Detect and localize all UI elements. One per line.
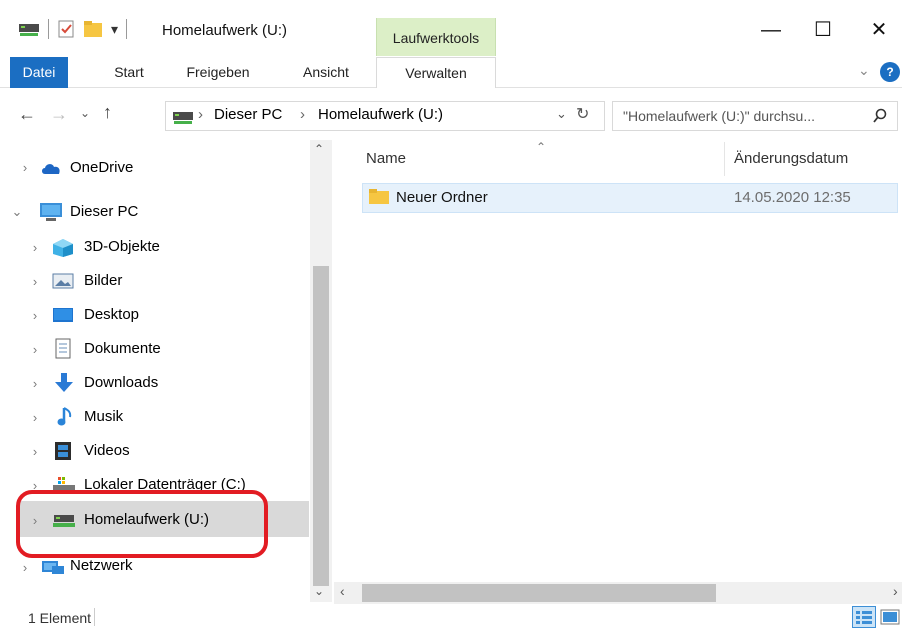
scroll-left-icon[interactable]: ‹: [340, 583, 345, 599]
collapse-chevron-icon[interactable]: ⌄: [10, 204, 24, 220]
item-count: 1 Element: [28, 610, 92, 626]
refresh-icon[interactable]: ↻: [576, 104, 589, 124]
customize-toolbar-icon[interactable]: ▾: [111, 21, 118, 38]
nav-item-dieser-pc[interactable]: Dieser PC: [70, 203, 138, 220]
scroll-right-icon[interactable]: ›: [893, 583, 898, 599]
tab-freigeben[interactable]: Freigeben: [172, 57, 264, 88]
toolbar-separator: [48, 19, 49, 39]
image-icon: [52, 273, 74, 289]
nav-item-netzwerk[interactable]: Netzwerk: [70, 557, 133, 574]
download-icon: [55, 373, 73, 392]
expand-chevron-icon[interactable]: ›: [28, 274, 42, 289]
scroll-up-icon[interactable]: ⌃: [314, 142, 324, 156]
window-title: Homelaufwerk (U:): [162, 22, 288, 39]
cloud-icon: [42, 164, 60, 174]
video-icon: [55, 442, 71, 460]
tab-verwalten[interactable]: Verwalten: [376, 57, 496, 88]
close-button[interactable]: ✕: [856, 10, 902, 50]
sort-indicator-icon: ⌃: [536, 140, 547, 154]
nav-item-dokumente[interactable]: Dokumente: [84, 340, 161, 357]
nav-item-onedrive[interactable]: OneDrive: [70, 159, 133, 176]
nav-item-desktop[interactable]: Desktop: [84, 306, 139, 323]
details-view-icon[interactable]: [852, 606, 876, 628]
help-icon[interactable]: ?: [880, 62, 900, 82]
address-dropdown-icon[interactable]: ⌄: [556, 106, 567, 122]
ribbon-collapse-icon[interactable]: ⌄: [858, 62, 870, 79]
recent-locations-icon[interactable]: ⌄: [80, 106, 90, 120]
breadcrumb-separator: ›: [300, 106, 305, 123]
nav-item-videos[interactable]: Videos: [84, 442, 130, 459]
nav-item-musik[interactable]: Musik: [84, 408, 123, 425]
status-divider: [94, 608, 95, 626]
tab-ansicht[interactable]: Ansicht: [288, 57, 364, 88]
tab-start[interactable]: Start: [100, 57, 158, 88]
breadcrumb-homelaufwerk[interactable]: Homelaufwerk (U:): [318, 106, 443, 123]
forward-arrow-icon[interactable]: →: [50, 104, 68, 125]
column-divider[interactable]: [724, 142, 725, 176]
breadcrumb-dieser-pc[interactable]: Dieser PC: [214, 106, 282, 123]
large-icons-view-icon[interactable]: [880, 608, 900, 626]
nav-item-downloads[interactable]: Downloads: [84, 374, 158, 391]
new-folder-icon[interactable]: [83, 20, 103, 38]
expand-chevron-icon[interactable]: ›: [28, 342, 42, 357]
properties-icon[interactable]: [57, 20, 75, 38]
expand-chevron-icon[interactable]: ›: [18, 560, 32, 575]
desktop-icon: [53, 308, 73, 322]
maximize-button[interactable]: ☐: [800, 10, 846, 50]
highlight-annotation: [16, 490, 268, 558]
minimize-button[interactable]: —: [748, 10, 794, 50]
column-header-name[interactable]: Name: [366, 150, 406, 167]
document-icon: [55, 338, 71, 359]
toolbar-separator: [126, 19, 128, 39]
back-arrow-icon[interactable]: ←: [18, 104, 36, 125]
drive-icon: [173, 112, 193, 124]
drive-icon[interactable]: [18, 21, 40, 37]
nav-item-3d-objekte[interactable]: 3D-Objekte: [84, 238, 160, 255]
status-bar: [0, 605, 902, 630]
search-input[interactable]: "Homelaufwerk (U:)" durchsu...: [612, 101, 898, 131]
expand-chevron-icon[interactable]: ›: [28, 410, 42, 425]
cube-icon: [53, 239, 73, 257]
computer-icon: [40, 203, 62, 221]
up-arrow-icon[interactable]: ↑: [103, 102, 112, 123]
expand-chevron-icon[interactable]: ›: [28, 376, 42, 391]
column-header-date[interactable]: Änderungsdatum: [734, 150, 848, 167]
expand-chevron-icon[interactable]: ›: [28, 444, 42, 459]
scroll-down-icon[interactable]: ⌄: [314, 584, 324, 598]
nav-scrollbar-thumb[interactable]: [313, 266, 329, 586]
tab-datei[interactable]: Datei: [10, 57, 68, 88]
context-tab-label: Laufwerktools: [376, 18, 496, 56]
folder-icon: [369, 189, 389, 204]
nav-item-bilder[interactable]: Bilder: [84, 272, 122, 289]
quick-access-toolbar: ▾: [18, 18, 128, 40]
expand-chevron-icon[interactable]: ›: [18, 160, 32, 175]
breadcrumb-separator: ›: [198, 106, 203, 123]
expand-chevron-icon[interactable]: ›: [28, 308, 42, 323]
horizontal-scrollbar-thumb[interactable]: [362, 584, 716, 602]
file-name[interactable]: Neuer Ordner: [396, 189, 488, 206]
file-date: 14.05.2020 12:35: [734, 189, 851, 206]
network-icon: [42, 561, 64, 574]
explorer-window: ▾ Homelaufwerk (U:) Laufwerktools — ☐ ✕ …: [0, 0, 902, 630]
music-icon: [57, 407, 72, 426]
expand-chevron-icon[interactable]: ›: [28, 240, 42, 255]
search-icon[interactable]: [872, 108, 888, 124]
